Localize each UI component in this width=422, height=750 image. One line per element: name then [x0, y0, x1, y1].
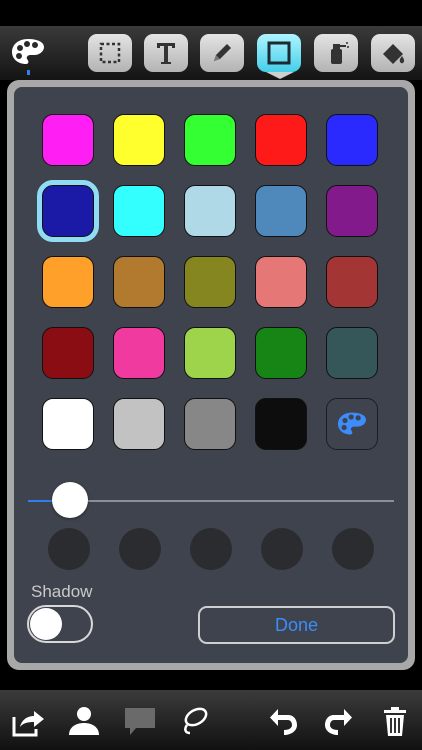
- size-preview-dot[interactable]: [261, 528, 303, 570]
- text-icon[interactable]: [144, 34, 188, 72]
- color-swatch[interactable]: [42, 114, 94, 166]
- color-swatch[interactable]: [255, 256, 307, 308]
- active-tool-caret: [266, 72, 294, 79]
- shadow-toggle-knob: [30, 608, 62, 640]
- color-swatch[interactable]: [113, 114, 165, 166]
- shape-icon[interactable]: [257, 34, 301, 72]
- color-swatch[interactable]: [184, 256, 236, 308]
- trash-icon[interactable]: [377, 703, 413, 739]
- palette-indicator: [27, 70, 30, 75]
- color-swatch[interactable]: [255, 185, 307, 237]
- done-button[interactable]: Done: [198, 606, 395, 644]
- lasso-icon[interactable]: [176, 703, 212, 739]
- fill-icon[interactable]: [371, 34, 415, 72]
- palette-icon[interactable]: [10, 36, 46, 68]
- color-swatch[interactable]: [42, 327, 94, 379]
- color-swatch[interactable]: [255, 327, 307, 379]
- share-icon[interactable]: [10, 703, 46, 739]
- brush-size-slider-thumb[interactable]: [52, 482, 88, 518]
- color-swatch[interactable]: [184, 398, 236, 450]
- color-swatch[interactable]: [113, 398, 165, 450]
- color-swatch[interactable]: [113, 256, 165, 308]
- size-preview-dot[interactable]: [190, 528, 232, 570]
- custom-color-button[interactable]: [326, 398, 378, 450]
- palette-icon: [338, 412, 366, 435]
- undo-icon[interactable]: [266, 703, 302, 739]
- shadow-toggle[interactable]: [27, 605, 93, 643]
- color-swatch[interactable]: [184, 114, 236, 166]
- color-swatch[interactable]: [326, 327, 378, 379]
- color-swatch[interactable]: [184, 185, 236, 237]
- color-swatch[interactable]: [255, 114, 307, 166]
- color-swatch[interactable]: [255, 398, 307, 450]
- size-preview-dot[interactable]: [48, 528, 90, 570]
- color-swatch[interactable]: [326, 114, 378, 166]
- user-icon[interactable]: [66, 703, 102, 739]
- redo-icon[interactable]: [320, 703, 356, 739]
- color-swatch[interactable]: [42, 256, 94, 308]
- shadow-label: Shadow: [31, 582, 93, 601]
- color-swatch[interactable]: [113, 327, 165, 379]
- color-swatch[interactable]: [42, 398, 94, 450]
- color-swatch[interactable]: [113, 185, 165, 237]
- status-bar: [0, 0, 422, 26]
- size-preview-dot[interactable]: [119, 528, 161, 570]
- size-preview-dot[interactable]: [332, 528, 374, 570]
- color-swatch[interactable]: [37, 180, 99, 242]
- color-swatch[interactable]: [326, 185, 378, 237]
- spray-icon[interactable]: [314, 34, 358, 72]
- color-swatch[interactable]: [184, 327, 236, 379]
- color-swatch[interactable]: [326, 256, 378, 308]
- pencil-icon[interactable]: [200, 34, 244, 72]
- comment-icon[interactable]: [122, 703, 158, 739]
- selection-icon[interactable]: [88, 34, 132, 72]
